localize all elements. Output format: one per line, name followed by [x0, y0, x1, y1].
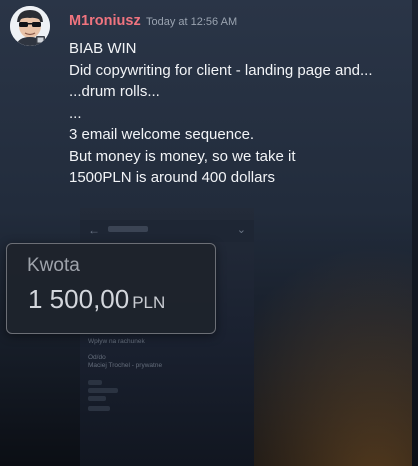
user-avatar[interactable] [10, 6, 50, 46]
attachment-header-text [108, 226, 148, 232]
attachment-faint-line [88, 406, 110, 411]
attachment-faint-line [88, 396, 106, 401]
sunglasses-avatar-icon [10, 6, 50, 46]
scrollbar-track[interactable] [412, 0, 418, 466]
message-username[interactable]: M1roniusz [69, 13, 141, 29]
chevron-down-icon: ⌄ [236, 224, 246, 236]
amount-label: Kwota [27, 255, 80, 276]
message-line: ... [69, 104, 82, 122]
amount-number: 1 500,00 [28, 284, 130, 314]
attachment-faint-line [88, 380, 102, 385]
back-arrow-icon: ← [88, 223, 100, 237]
attachment-text: Od/do [88, 354, 106, 361]
message-line: But money is money, so we take it [69, 147, 296, 165]
message-timestamp: Today at 12:56 AM [146, 16, 238, 28]
amount-card: Kwota 1 500,00 PLN [6, 243, 216, 334]
attachment-faint-line [88, 388, 118, 393]
message-line: Did copywriting for client - landing pag… [69, 61, 373, 79]
attachment-app-header: ← ⌄ [80, 220, 254, 242]
message-line: ...drum rolls... [69, 83, 160, 100]
attachment-text: Wpływ na rachunek [88, 338, 145, 345]
message-body: BIAB WIN Did copywriting for client - la… [69, 38, 409, 189]
message-line: 1500PLN is around 400 dollars [69, 169, 275, 186]
attachment-text: Maciej Trochel - prywatne [88, 362, 163, 369]
amount-value: 1 500,00 PLN [28, 284, 165, 315]
message-line: BIAB WIN [69, 40, 137, 57]
message-line: 3 email welcome sequence. [69, 126, 255, 143]
amount-currency: PLN [132, 293, 166, 312]
